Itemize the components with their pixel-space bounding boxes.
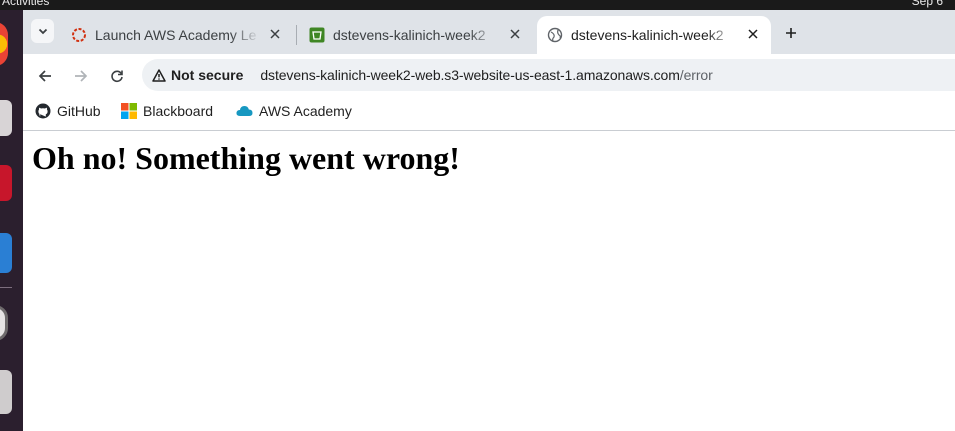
s3-bucket-icon (309, 27, 325, 43)
system-top-bar: Activities Sep 6 (0, 0, 955, 10)
tab-title: dstevens-kalinich-week2 (333, 27, 486, 43)
blackboard-icon (121, 103, 137, 119)
github-icon (35, 103, 51, 119)
dock (0, 10, 23, 431)
forward-button[interactable] (68, 63, 94, 89)
cloud-icon (236, 105, 253, 117)
app-center-dock-icon[interactable] (0, 165, 12, 201)
back-button[interactable] (32, 63, 58, 89)
chrome-dock-icon[interactable] (0, 22, 8, 66)
tab-title: dstevens-kalinich-week2 (571, 27, 724, 43)
bookmark-aws-academy[interactable]: AWS Academy (236, 103, 352, 119)
reload-button[interactable] (104, 63, 130, 89)
bookmarks-bar: GitHub Blackboard AWS Academy (23, 96, 955, 131)
close-icon[interactable] (267, 26, 283, 42)
clock-label[interactable]: Sep 6 (912, 0, 943, 8)
chevron-down-icon (38, 28, 47, 35)
page-heading: Oh no! Something went wrong! (32, 140, 460, 176)
academy-icon (71, 27, 87, 43)
browser-window: Launch AWS Academy Le dstevens-kalinich-… (23, 10, 955, 431)
globe-icon (547, 27, 563, 43)
tab-search-button[interactable] (31, 19, 54, 43)
files-dock-icon[interactable] (0, 100, 12, 136)
page-content: Oh no! Something went wrong! (23, 132, 955, 431)
address-bar[interactable]: Not secure dstevens-kalinich-week2-web.s… (142, 59, 955, 91)
disc-dock-icon[interactable] (0, 305, 8, 341)
tab-divider (296, 25, 297, 45)
activities-label[interactable]: Activities (2, 0, 49, 8)
plus-icon (786, 28, 796, 38)
bookmark-blackboard[interactable]: Blackboard (121, 103, 213, 119)
bookmark-label: Blackboard (143, 103, 214, 119)
url-host: dstevens-kalinich-week2-web.s3-website-u… (260, 67, 680, 83)
security-label: Not secure (171, 67, 244, 83)
tab-error-page[interactable]: dstevens-kalinich-week2 (537, 16, 771, 54)
dock-separator (0, 287, 12, 288)
close-icon[interactable] (507, 26, 523, 42)
arrow-right-icon (75, 70, 88, 82)
close-icon[interactable] (745, 26, 761, 42)
editor-dock-icon[interactable] (0, 233, 12, 273)
arrow-left-icon (38, 70, 51, 82)
bookmark-label: AWS Academy (259, 103, 352, 119)
tab-aws-academy[interactable]: Launch AWS Academy Le (61, 16, 293, 54)
tab-title: Launch AWS Academy Le (95, 27, 257, 43)
tab-s3-bucket[interactable]: dstevens-kalinich-week2 (299, 16, 533, 54)
reload-icon (111, 70, 123, 83)
url-path: /error (679, 67, 713, 83)
security-indicator[interactable]: Not secure (152, 67, 243, 83)
tab-strip: Launch AWS Academy Le dstevens-kalinich-… (23, 10, 955, 54)
bookmark-github[interactable]: GitHub (35, 103, 101, 119)
url-text[interactable]: dstevens-kalinich-week2-web.s3-website-u… (260, 67, 712, 83)
new-tab-button[interactable] (778, 21, 804, 45)
browser-toolbar: Not secure dstevens-kalinich-week2-web.s… (23, 54, 955, 96)
warning-icon (152, 68, 166, 82)
bookmark-label: GitHub (57, 103, 101, 119)
trash-dock-icon[interactable] (0, 370, 12, 414)
